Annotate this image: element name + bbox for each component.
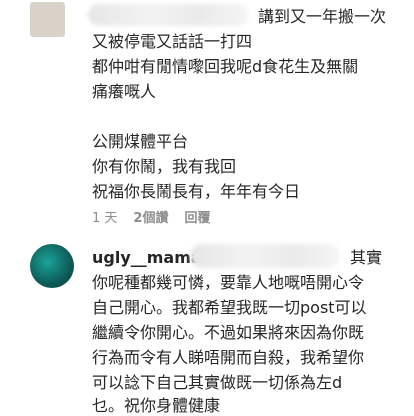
comment-line: 你呢種都幾可憐，要靠人地嘅唔開心令 [92,273,365,292]
comment-line: 行為而令有人睇唔開而自殺，我希望你 [92,348,365,367]
comment-username[interactable]: ugly__mama [92,248,202,268]
comment-line: 繼續令你開心。不過如果將來因為你既 [92,323,365,342]
comment-2: ugly__mama 其實 你呢種都幾可憐，要靠人地嘅唔開心令 自己開心。我都希… [0,0,414,415]
comment-line: 其實 [350,248,383,267]
username-redacted [190,244,340,268]
comment-line: 可以諗下自己其實做既一切係為左d [92,373,343,392]
comment-line: 乜。祝你身體健康 [92,396,221,415]
comment-line: 自己開心。我都希望我既一切post可以 [92,298,367,317]
avatar[interactable] [30,244,74,288]
